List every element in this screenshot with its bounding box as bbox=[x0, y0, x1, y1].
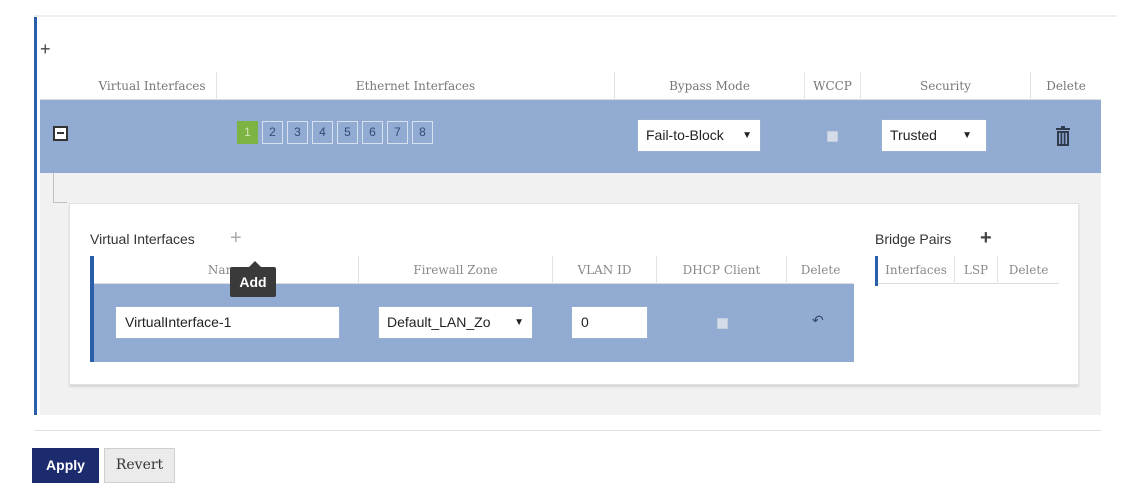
header-vlan-id: VLAN ID bbox=[553, 256, 657, 284]
header-delete: Delete bbox=[1046, 79, 1086, 93]
ethernet-port-4[interactable]: 4 bbox=[312, 121, 333, 144]
ethernet-port-5[interactable]: 5 bbox=[337, 121, 358, 144]
vlan-id-input[interactable]: 0 bbox=[571, 306, 648, 339]
top-divider bbox=[34, 15, 1117, 17]
virtual-interfaces-label: Virtual Interfaces bbox=[90, 231, 195, 247]
ethernet-port-8[interactable]: 8 bbox=[412, 121, 433, 144]
bypass-mode-value: Fail-to-Block bbox=[646, 127, 724, 143]
header-security: Security bbox=[861, 72, 1031, 100]
virtual-interfaces-header: Name Firewall Zone VLAN ID DHCP Client D… bbox=[94, 256, 854, 284]
table-row: VirtualInterface-1 Default_LAN_Zo ▼ 0 bbox=[94, 284, 854, 362]
name-input[interactable]: VirtualInterface-1 bbox=[115, 306, 340, 339]
header-dhcp-client: DHCP Client bbox=[657, 256, 787, 284]
header-interfaces: Interfaces bbox=[878, 256, 955, 284]
ethernet-port-7[interactable]: 7 bbox=[387, 121, 408, 144]
trash-icon[interactable] bbox=[1055, 126, 1071, 146]
add-virtual-interface-icon[interactable]: + bbox=[230, 227, 242, 250]
group-accent-bar bbox=[34, 17, 37, 415]
revert-button[interactable]: Revert bbox=[104, 448, 175, 483]
header-name: Name bbox=[94, 256, 359, 284]
chevron-down-icon: ▼ bbox=[512, 307, 524, 338]
interface-group-header: Virtual Interfaces Ethernet Interfaces B… bbox=[40, 72, 1101, 100]
header-delete: Delete bbox=[800, 263, 841, 277]
firewall-zone-select[interactable]: Default_LAN_Zo ▼ bbox=[378, 306, 533, 339]
header-lsp: LSP bbox=[955, 256, 998, 284]
tree-connector bbox=[53, 173, 54, 203]
header-firewall-zone: Firewall Zone bbox=[359, 256, 553, 284]
header-delete: Delete bbox=[1008, 263, 1049, 277]
interface-group-row: 1 2 3 4 5 6 7 8 Fail-to-Block ▼ Trusted … bbox=[40, 100, 1101, 173]
firewall-zone-value: Default_LAN_Zo bbox=[387, 314, 491, 330]
chevron-down-icon: ▼ bbox=[742, 130, 752, 141]
bridge-pairs-label: Bridge Pairs bbox=[875, 231, 952, 247]
header-ethernet-interfaces: Ethernet Interfaces bbox=[217, 72, 615, 100]
apply-button[interactable]: Apply bbox=[32, 448, 99, 483]
header-virtual-interfaces: Virtual Interfaces bbox=[88, 72, 217, 100]
add-tooltip: Add bbox=[230, 261, 276, 297]
security-value: Trusted bbox=[890, 127, 937, 143]
dhcp-client-checkbox[interactable] bbox=[717, 318, 728, 329]
undo-delete-icon[interactable]: ↶ bbox=[812, 312, 824, 329]
add-bridge-pair-icon[interactable]: + bbox=[980, 227, 992, 250]
tree-connector bbox=[53, 202, 67, 203]
security-select[interactable]: Trusted ▼ bbox=[881, 119, 987, 152]
header-wccp: WCCP bbox=[805, 72, 861, 100]
bridge-pairs-header: Interfaces LSP Delete bbox=[878, 256, 1059, 284]
bridge-pairs-table: Interfaces LSP Delete bbox=[875, 256, 1059, 286]
add-interface-group-icon[interactable]: + bbox=[40, 40, 51, 58]
footer-divider bbox=[34, 430, 1101, 431]
chevron-down-icon: ▼ bbox=[962, 130, 972, 141]
wccp-checkbox[interactable] bbox=[827, 131, 838, 142]
ethernet-port-6[interactable]: 6 bbox=[362, 121, 383, 144]
ethernet-port-1[interactable]: 1 bbox=[237, 121, 258, 144]
bypass-mode-select[interactable]: Fail-to-Block ▼ bbox=[637, 119, 761, 152]
header-bypass-mode: Bypass Mode bbox=[615, 72, 805, 100]
virtual-interfaces-table: Name Firewall Zone VLAN ID DHCP Client D… bbox=[90, 256, 854, 362]
ethernet-port-2[interactable]: 2 bbox=[262, 121, 283, 144]
ethernet-port-3[interactable]: 3 bbox=[287, 121, 308, 144]
collapse-toggle-icon[interactable] bbox=[53, 126, 68, 141]
